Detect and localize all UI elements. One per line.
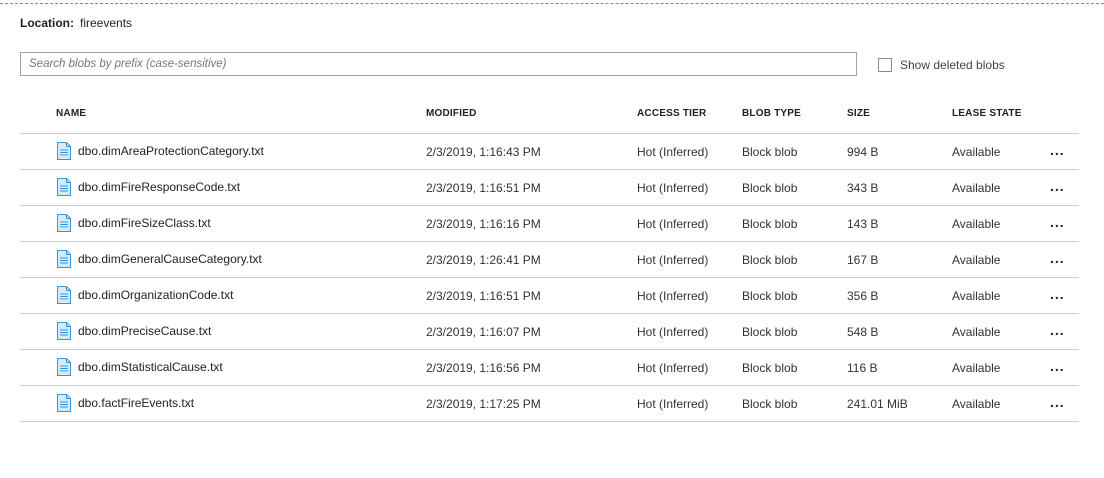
size-cell: 116 B <box>847 361 878 375</box>
column-header-size[interactable]: SIZE <box>847 108 870 119</box>
size-cell: 143 B <box>847 217 879 231</box>
blob-name[interactable]: dbo.dimOrganizationCode.txt <box>78 286 233 304</box>
lease-state-cell: Available <box>952 325 1001 339</box>
more-options-icon[interactable]: ... <box>1050 251 1065 265</box>
show-deleted-label: Show deleted blobs <box>900 58 1005 72</box>
blob-type-cell: Block blob <box>742 181 798 195</box>
blob-name[interactable]: dbo.dimPreciseCause.txt <box>78 322 211 340</box>
lease-state-cell: Available <box>952 145 1001 159</box>
show-deleted-blobs-toggle[interactable]: Show deleted blobs <box>878 58 1005 72</box>
modified-cell: 2/3/2019, 1:17:25 PM <box>426 397 541 411</box>
column-header-modified[interactable]: MODIFIED <box>426 108 477 119</box>
access-tier-cell: Hot (Inferred) <box>637 217 709 231</box>
table-row[interactable]: dbo.dimFireSizeClass.txt 2/3/2019, 1:16:… <box>20 206 1079 242</box>
column-header-access-tier[interactable]: ACCESS TIER <box>637 108 706 119</box>
size-cell: 167 B <box>847 253 879 267</box>
table-row[interactable]: dbo.factFireEvents.txt 2/3/2019, 1:17:25… <box>20 386 1079 422</box>
blob-name-cell[interactable]: dbo.dimFireResponseCode.txt <box>56 178 240 196</box>
column-header-blob-type[interactable]: BLOB TYPE <box>742 108 801 119</box>
access-tier-cell: Hot (Inferred) <box>637 289 709 303</box>
blob-type-cell: Block blob <box>742 253 798 267</box>
file-text-icon <box>56 394 72 412</box>
size-cell: 356 B <box>847 289 879 303</box>
blob-name-cell[interactable]: dbo.dimStatisticalCause.txt <box>56 358 223 376</box>
location-label: Location: <box>20 16 74 30</box>
file-text-icon <box>56 358 72 376</box>
blob-name[interactable]: dbo.dimGeneralCauseCategory.txt <box>78 250 262 268</box>
size-cell: 241.01 MiB <box>847 397 908 411</box>
table-header: NAME MODIFIED ACCESS TIER BLOB TYPE SIZE… <box>20 96 1079 134</box>
blob-name-cell[interactable]: dbo.dimFireSizeClass.txt <box>56 214 211 232</box>
lease-state-cell: Available <box>952 289 1001 303</box>
more-options-icon[interactable]: ... <box>1050 323 1065 337</box>
more-options-icon[interactable]: ... <box>1050 215 1065 229</box>
size-cell: 343 B <box>847 181 879 195</box>
modified-cell: 2/3/2019, 1:16:51 PM <box>426 289 541 303</box>
more-options-icon[interactable]: ... <box>1050 287 1065 301</box>
blob-type-cell: Block blob <box>742 361 798 375</box>
column-header-name[interactable]: NAME <box>56 108 86 119</box>
modified-cell: 2/3/2019, 1:16:56 PM <box>426 361 541 375</box>
blob-type-cell: Block blob <box>742 325 798 339</box>
file-text-icon <box>56 250 72 268</box>
size-cell: 994 B <box>847 145 879 159</box>
access-tier-cell: Hot (Inferred) <box>637 145 709 159</box>
table-row[interactable]: dbo.dimStatisticalCause.txt 2/3/2019, 1:… <box>20 350 1079 386</box>
blob-name[interactable]: dbo.factFireEvents.txt <box>78 394 194 412</box>
table-row[interactable]: dbo.dimFireResponseCode.txt 2/3/2019, 1:… <box>20 170 1079 206</box>
blob-type-cell: Block blob <box>742 217 798 231</box>
table-row[interactable]: dbo.dimAreaProtectionCategory.txt 2/3/20… <box>20 134 1079 170</box>
blob-name-cell[interactable]: dbo.dimOrganizationCode.txt <box>56 286 233 304</box>
table-row[interactable]: dbo.dimOrganizationCode.txt 2/3/2019, 1:… <box>20 278 1079 314</box>
table-row[interactable]: dbo.dimPreciseCause.txt 2/3/2019, 1:16:0… <box>20 314 1079 350</box>
access-tier-cell: Hot (Inferred) <box>637 253 709 267</box>
file-text-icon <box>56 322 72 340</box>
modified-cell: 2/3/2019, 1:26:41 PM <box>426 253 541 267</box>
blob-type-cell: Block blob <box>742 397 798 411</box>
size-cell: 548 B <box>847 325 879 339</box>
location-value: fireevents <box>80 16 133 30</box>
file-text-icon <box>56 286 72 304</box>
access-tier-cell: Hot (Inferred) <box>637 181 709 195</box>
modified-cell: 2/3/2019, 1:16:43 PM <box>426 145 541 159</box>
access-tier-cell: Hot (Inferred) <box>637 397 709 411</box>
blob-name[interactable]: dbo.dimStatisticalCause.txt <box>78 358 223 376</box>
table-row[interactable]: dbo.dimGeneralCauseCategory.txt 2/3/2019… <box>20 242 1079 278</box>
lease-state-cell: Available <box>952 253 1001 267</box>
file-text-icon <box>56 214 72 232</box>
lease-state-cell: Available <box>952 397 1001 411</box>
top-divider <box>0 3 1104 4</box>
lease-state-cell: Available <box>952 181 1001 195</box>
more-options-icon[interactable]: ... <box>1050 143 1065 157</box>
modified-cell: 2/3/2019, 1:16:51 PM <box>426 181 541 195</box>
more-options-icon[interactable]: ... <box>1050 179 1065 193</box>
blob-name[interactable]: dbo.dimAreaProtectionCategory.txt <box>78 142 264 160</box>
file-text-icon <box>56 178 72 196</box>
modified-cell: 2/3/2019, 1:16:16 PM <box>426 217 541 231</box>
blob-name[interactable]: dbo.dimFireResponseCode.txt <box>78 178 240 196</box>
access-tier-cell: Hot (Inferred) <box>637 361 709 375</box>
blob-name-cell[interactable]: dbo.dimAreaProtectionCategory.txt <box>56 142 264 160</box>
blob-type-cell: Block blob <box>742 145 798 159</box>
more-options-icon[interactable]: ... <box>1050 395 1065 409</box>
blob-name-cell[interactable]: dbo.factFireEvents.txt <box>56 394 194 412</box>
lease-state-cell: Available <box>952 217 1001 231</box>
blob-type-cell: Block blob <box>742 289 798 303</box>
more-options-icon[interactable]: ... <box>1050 359 1065 373</box>
search-box[interactable] <box>20 52 857 76</box>
blob-name-cell[interactable]: dbo.dimGeneralCauseCategory.txt <box>56 250 262 268</box>
file-text-icon <box>56 142 72 160</box>
blob-name[interactable]: dbo.dimFireSizeClass.txt <box>78 214 211 232</box>
table-body: dbo.dimAreaProtectionCategory.txt 2/3/20… <box>20 134 1079 422</box>
blob-name-cell[interactable]: dbo.dimPreciseCause.txt <box>56 322 211 340</box>
access-tier-cell: Hot (Inferred) <box>637 325 709 339</box>
lease-state-cell: Available <box>952 361 1001 375</box>
location-line: Location: fireevents <box>20 16 132 30</box>
search-input[interactable] <box>29 54 849 74</box>
column-header-lease-state[interactable]: LEASE STATE <box>952 108 1022 119</box>
show-deleted-checkbox[interactable] <box>878 58 892 72</box>
modified-cell: 2/3/2019, 1:16:07 PM <box>426 325 541 339</box>
blob-table: NAME MODIFIED ACCESS TIER BLOB TYPE SIZE… <box>20 96 1079 422</box>
